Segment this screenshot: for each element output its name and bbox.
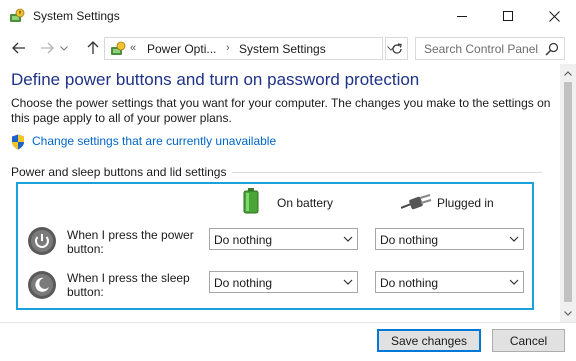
arrow-left-icon [12,42,25,54]
window-title: System Settings [33,9,120,23]
group-title: Power and sleep buttons and lid settings [11,165,227,179]
breadcrumb-system-settings[interactable]: System Settings [239,42,326,56]
scroll-thumb[interactable] [564,82,572,302]
power-options-icon [9,8,25,24]
chevron-down-icon [509,279,519,285]
uac-shield-icon [11,134,25,150]
sleep-button-icon [27,270,57,300]
group-divider [232,172,542,173]
search-box[interactable]: Search Control Panel [415,37,565,60]
search-icon[interactable] [544,41,560,57]
chevron-down-icon [343,279,353,285]
breadcrumb-power-options[interactable]: Power Opti... [147,42,216,56]
sleep-button-on-battery-select[interactable]: Do nothing [209,271,358,293]
power-button-icon [27,226,57,256]
save-changes-button[interactable]: Save changes [377,329,481,352]
select-value: Do nothing [380,276,439,290]
main-content: Define power buttons and turn on passwor… [0,64,560,322]
chevron-down-icon [343,236,353,242]
maximize-icon [503,11,513,21]
page-description: Choose the power settings that you want … [11,96,551,125]
chevron-up-icon [564,70,572,76]
address-bar[interactable]: « Power Opti... › System Settings [104,37,383,60]
close-icon [548,10,560,22]
column-header-on-battery: On battery [277,196,334,210]
chevron-down-icon [60,45,68,51]
scroll-down-button[interactable] [560,306,576,320]
minimize-icon [457,15,467,17]
refresh-icon [391,42,402,54]
power-button-plugged-in-select[interactable]: Do nothing [375,228,524,250]
power-button-on-battery-select[interactable]: Do nothing [209,228,358,250]
battery-icon [243,188,259,214]
up-button[interactable] [82,38,104,58]
cancel-button[interactable]: Cancel [492,329,565,352]
power-button-settings-panel: On battery Plugged in When I press the p… [16,182,534,310]
forward-button[interactable] [36,38,58,58]
footer: Save changes Cancel [0,322,576,361]
sleep-button-label: When I press the sleep button: [67,271,190,299]
select-value: Do nothing [214,233,273,247]
power-button-label: When I press the power button: [67,228,194,256]
chevron-down-icon [509,236,519,242]
chevron-down-icon [564,310,572,316]
page-title: Define power buttons and turn on passwor… [11,70,420,89]
minimize-button[interactable] [439,0,485,32]
sleep-button-plugged-in-select[interactable]: Do nothing [375,271,524,293]
change-settings-link[interactable]: Change settings that are currently unava… [32,134,276,148]
breadcrumb-overflow[interactable]: « [130,42,136,54]
back-button[interactable] [8,38,30,58]
refresh-button[interactable] [385,37,408,60]
navigation-bar: « Power Opti... › System Settings Search… [0,32,576,64]
scroll-up-button[interactable] [560,66,576,80]
vertical-scrollbar[interactable] [560,64,576,322]
close-button[interactable] [531,0,576,32]
column-header-plugged-in: Plugged in [437,196,494,210]
maximize-button[interactable] [485,0,531,32]
power-plug-icon [400,192,433,212]
breadcrumb-separator[interactable]: › [226,42,230,54]
arrow-right-icon [41,42,54,54]
select-value: Do nothing [214,276,273,290]
search-placeholder: Search Control Panel [424,42,539,56]
select-value: Do nothing [380,233,439,247]
arrow-up-icon [87,41,99,54]
power-options-icon [110,41,126,57]
recent-locations-button[interactable] [58,38,70,58]
title-bar: System Settings [0,0,576,32]
